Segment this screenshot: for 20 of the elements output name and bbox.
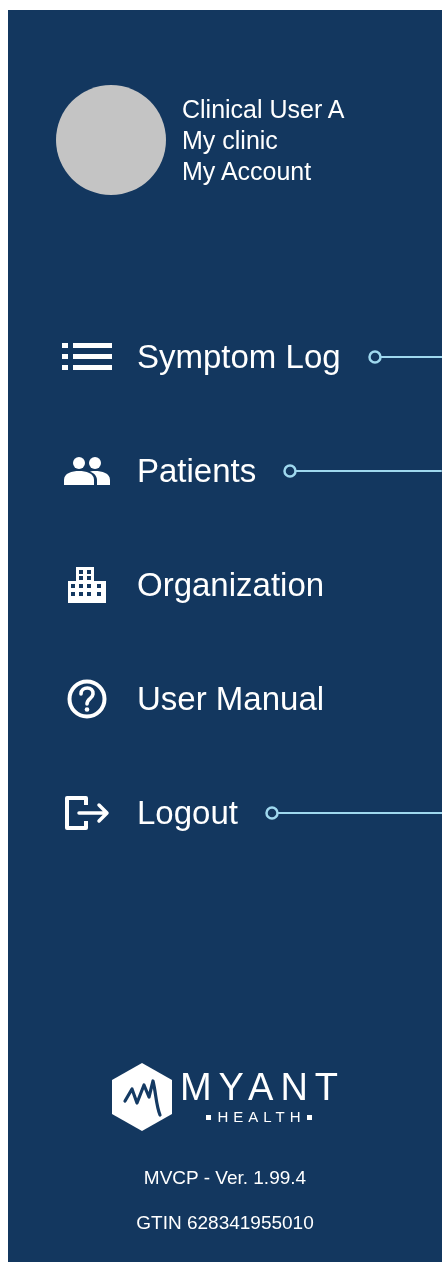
list-icon <box>62 343 112 371</box>
brand-subtitle: HEALTH <box>217 1108 306 1126</box>
people-icon <box>64 457 110 485</box>
brand-name: MYANT <box>179 1068 346 1106</box>
square-icon <box>206 1114 212 1120</box>
version-text: MVCP - Ver. 1.99.4 <box>143 1168 307 1188</box>
hexagon-logo-icon <box>111 1063 172 1131</box>
menu-item[interactable]: Patients <box>137 452 257 490</box>
menu-item[interactable]: Logout <box>137 794 238 832</box>
building-icon <box>68 567 106 603</box>
my-account-link[interactable]: My Account <box>182 155 345 187</box>
square-icon <box>306 1114 312 1120</box>
menu-item[interactable]: Organization <box>137 566 325 604</box>
help-icon <box>67 679 107 719</box>
logout-icon <box>64 795 110 831</box>
menu-item[interactable]: Symptom Log <box>137 338 341 376</box>
clinic-name: My clinic <box>182 124 279 156</box>
user-name: Clinical User A <box>182 93 345 125</box>
gtin-text: GTIN 628341955010 <box>136 1213 314 1233</box>
menu-item[interactable]: User Manual <box>137 680 325 718</box>
